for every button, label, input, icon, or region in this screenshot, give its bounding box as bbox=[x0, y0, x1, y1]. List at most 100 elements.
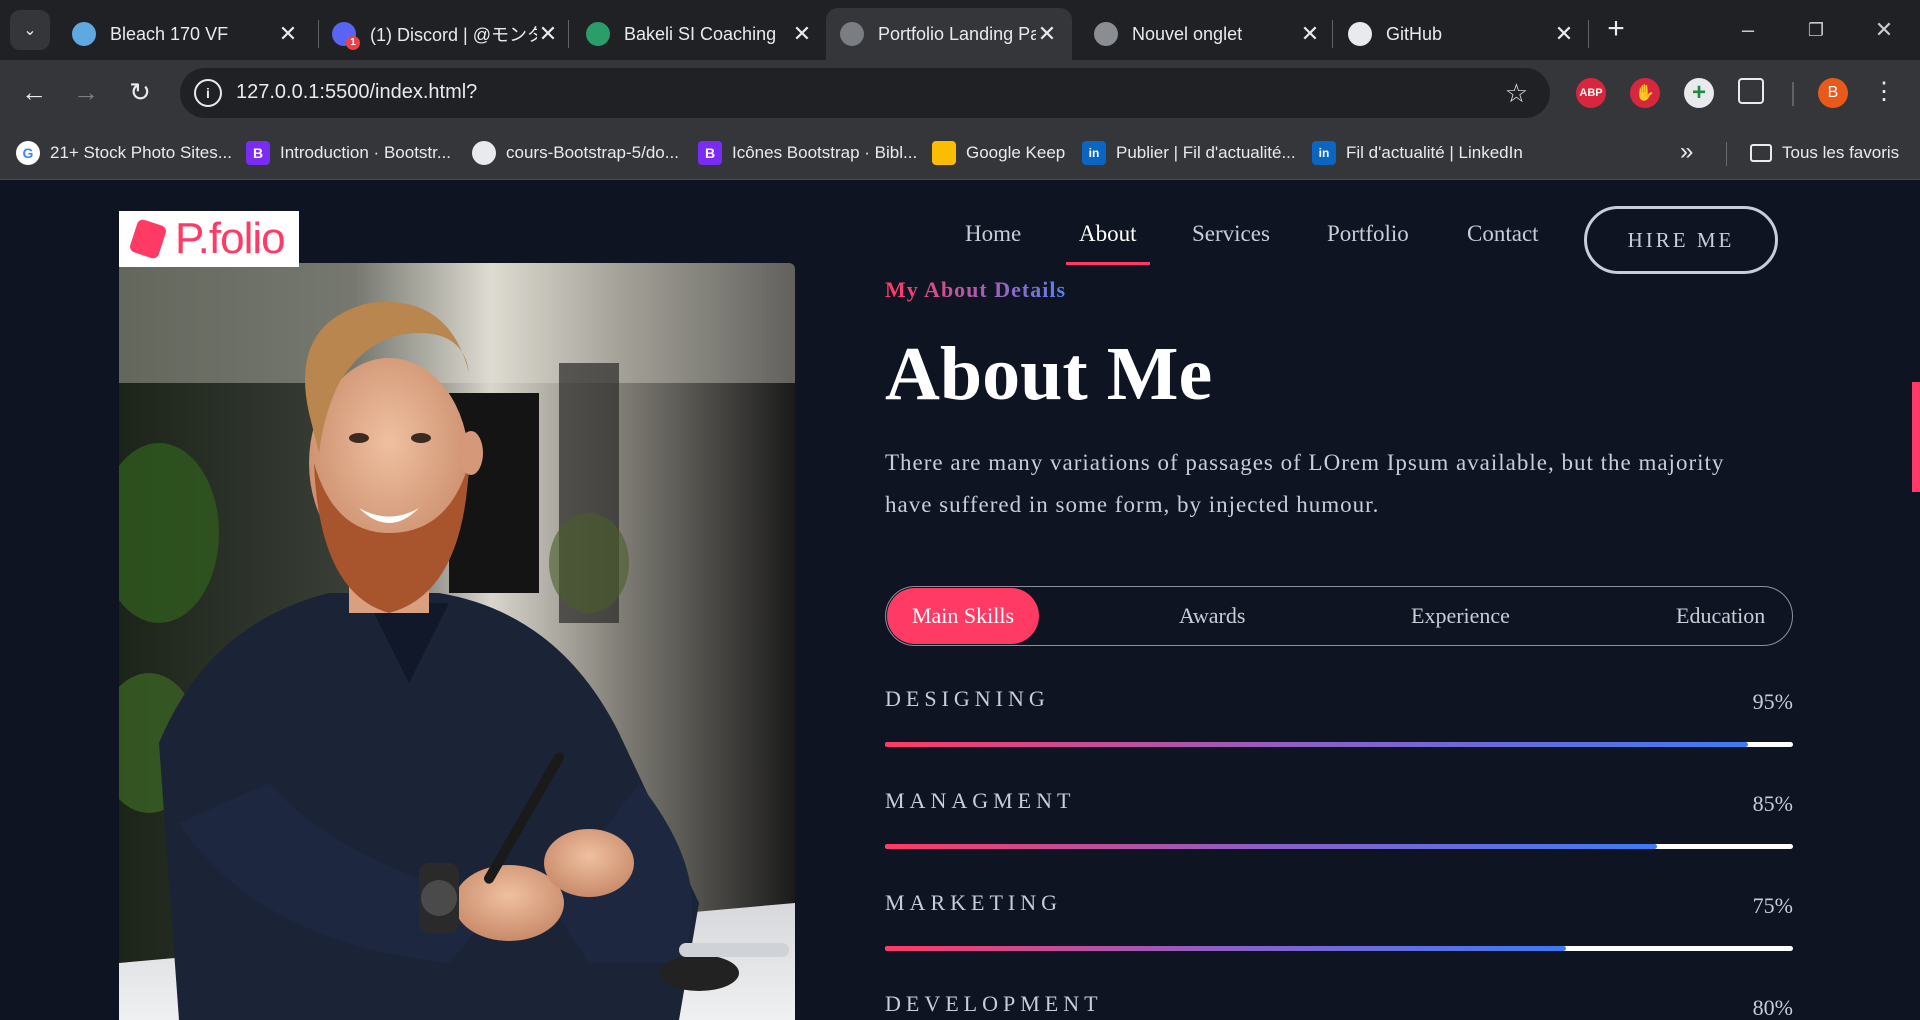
google-keep-icon bbox=[932, 141, 956, 165]
bookmark-item[interactable]: in Publier | Fil d'actualité... bbox=[1082, 140, 1296, 166]
bookmark-label: Tous les favoris bbox=[1782, 143, 1900, 162]
menu-kebab-icon[interactable]: ⋮ bbox=[1864, 72, 1904, 112]
new-tab-button[interactable]: + bbox=[1598, 12, 1634, 48]
tab-divider bbox=[1588, 20, 1589, 48]
bookmark-item[interactable]: Google Keep bbox=[932, 140, 1065, 166]
discord-favicon-icon: 1 bbox=[332, 22, 360, 50]
tab-title: GitHub bbox=[1386, 23, 1443, 44]
bookmark-item[interactable]: cours-Bootstrap-5/do... bbox=[472, 140, 679, 166]
bookmark-label: cours-Bootstrap-5/do... bbox=[506, 143, 679, 162]
tab-title: (1) Discord | @モンタ bbox=[370, 25, 537, 45]
close-icon[interactable]: ✕ bbox=[277, 21, 299, 47]
bootstrap-icon: B bbox=[246, 141, 270, 165]
tab-title: Bakeli SI Coaching bbox=[624, 23, 777, 44]
github-icon bbox=[1348, 22, 1372, 46]
linkedin-icon: in bbox=[1312, 141, 1336, 165]
about-paragraph: There are many variations of passages of… bbox=[885, 450, 1725, 517]
bookmark-label: Fil d'actualité | LinkedIn bbox=[1346, 143, 1523, 162]
tab-main-skills[interactable]: Main Skills bbox=[887, 588, 1039, 644]
globe-icon bbox=[840, 22, 864, 46]
skill-progress-bar bbox=[885, 844, 1793, 849]
minimize-icon[interactable]: – bbox=[1728, 12, 1768, 48]
browser-tab-github[interactable]: GitHub ✕ bbox=[1334, 8, 1589, 60]
nav-portfolio[interactable]: Portfolio bbox=[1327, 221, 1409, 247]
logo-mark-icon bbox=[128, 218, 168, 260]
nav-services[interactable]: Services bbox=[1192, 221, 1270, 247]
skill-progress-bar bbox=[885, 946, 1793, 951]
tab-divider bbox=[1332, 20, 1333, 48]
nav-active-underline bbox=[1066, 262, 1150, 265]
bookmark-item[interactable]: B Icônes Bootstrap · Bibl... bbox=[698, 140, 917, 166]
skill-percent: 85% bbox=[1752, 791, 1793, 816]
reload-icon[interactable]: ↻ bbox=[120, 72, 160, 112]
browser-tab-portfolio[interactable]: Portfolio Landing Pa ✕ bbox=[826, 8, 1072, 60]
skill-percent: 95% bbox=[1752, 689, 1793, 714]
tab-awards[interactable]: Awards bbox=[1179, 587, 1245, 645]
browser-tab-bakeli[interactable]: Bakeli SI Coaching ✕ bbox=[572, 8, 827, 60]
nav-about[interactable]: About bbox=[1079, 221, 1137, 247]
bookmark-item[interactable]: B Introduction · Bootstr... bbox=[246, 140, 451, 166]
bakeli-favicon-icon bbox=[586, 22, 610, 46]
all-bookmarks-button[interactable]: Tous les favoris bbox=[1750, 140, 1899, 166]
skill-progress-fill bbox=[885, 742, 1748, 747]
hand-stop-icon[interactable]: ✋ bbox=[1630, 78, 1660, 108]
bookmark-item[interactable]: in Fil d'actualité | LinkedIn bbox=[1312, 140, 1523, 166]
google-icon: G bbox=[16, 141, 40, 165]
close-icon[interactable]: ✕ bbox=[1553, 21, 1575, 47]
back-icon[interactable]: ← bbox=[14, 72, 54, 112]
plus-circle-icon[interactable]: + bbox=[1684, 78, 1714, 108]
url-text[interactable]: 127.0.0.1:5500/index.html? bbox=[236, 81, 477, 104]
skill-progress-fill bbox=[885, 946, 1566, 951]
address-bar[interactable]: i 127.0.0.1:5500/index.html? ☆ bbox=[180, 68, 1550, 118]
hire-me-button[interactable]: HIRE ME bbox=[1584, 206, 1778, 274]
bookmark-label: Publier | Fil d'actualité... bbox=[1116, 143, 1296, 162]
chrome-icon bbox=[1094, 22, 1118, 46]
bookmark-label: Icônes Bootstrap · Bibl... bbox=[732, 143, 918, 162]
close-icon[interactable]: ✕ bbox=[1299, 21, 1321, 47]
bookmark-item[interactable]: G 21+ Stock Photo Sites... bbox=[16, 140, 232, 166]
skill-tabs: Main Skills Awards Experience Education bbox=[885, 586, 1793, 646]
browser-tab-bleach[interactable]: Bleach 170 VF ✕ bbox=[58, 8, 313, 60]
browser-tab-new[interactable]: Nouvel onglet ✕ bbox=[1080, 8, 1335, 60]
bleach-favicon-icon bbox=[72, 22, 96, 46]
bootstrap-icon: B bbox=[698, 141, 722, 165]
bookmark-label: Introduction · Bootstr... bbox=[280, 143, 452, 162]
folder-icon bbox=[1750, 144, 1772, 162]
bookmarks-divider bbox=[1726, 142, 1727, 166]
tab-title: Bleach 170 VF bbox=[110, 23, 229, 44]
bookmarks-bar: G 21+ Stock Photo Sites... B Introductio… bbox=[0, 126, 1920, 180]
tab-experience[interactable]: Experience bbox=[1411, 587, 1510, 645]
close-icon[interactable]: ✕ bbox=[1036, 21, 1058, 47]
double-chevron-right-icon[interactable]: » bbox=[1680, 138, 1693, 166]
profile-avatar[interactable]: B bbox=[1818, 78, 1848, 108]
close-icon[interactable]: ✕ bbox=[537, 21, 559, 47]
window-close-icon[interactable]: ✕ bbox=[1864, 12, 1904, 48]
section-subtitle: My About Details bbox=[885, 277, 1066, 302]
tab-title: Nouvel onglet bbox=[1132, 23, 1243, 44]
site-logo[interactable]: P.folio bbox=[119, 211, 299, 267]
forward-icon[interactable]: → bbox=[66, 72, 106, 112]
skill-percent: 80% bbox=[1752, 995, 1793, 1020]
tab-search-button[interactable]: ⌄ bbox=[10, 10, 50, 50]
skill-name: MARKETING bbox=[885, 890, 1062, 915]
nav-home[interactable]: Home bbox=[965, 221, 1021, 247]
close-icon[interactable]: ✕ bbox=[791, 21, 813, 47]
browser-tab-strip: ⌄ Bleach 170 VF ✕ 1 (1) Discord | @モンタ ✕… bbox=[0, 0, 1920, 60]
page-title: About Me bbox=[885, 332, 1213, 416]
scroll-indicator[interactable] bbox=[1912, 382, 1920, 492]
restore-icon[interactable]: ❐ bbox=[1796, 12, 1836, 48]
linkedin-icon: in bbox=[1082, 141, 1106, 165]
browser-tab-discord[interactable]: 1 (1) Discord | @モンタ ✕ bbox=[318, 8, 573, 60]
skill-name: DESIGNING bbox=[885, 686, 1050, 711]
portfolio-page: P.folio Home About Services Portfolio Co… bbox=[0, 181, 1920, 1020]
site-info-icon[interactable]: i bbox=[194, 79, 222, 107]
bookmark-star-icon[interactable]: ☆ bbox=[1505, 78, 1528, 109]
tab-divider bbox=[568, 20, 569, 48]
skill-name: MANAGMENT bbox=[885, 788, 1076, 813]
github-icon bbox=[472, 141, 496, 165]
tab-education[interactable]: Education bbox=[1676, 587, 1765, 645]
extensions-puzzle-icon[interactable] bbox=[1738, 78, 1764, 104]
browser-toolbar: ← → ↻ i 127.0.0.1:5500/index.html? ☆ ABP… bbox=[0, 60, 1920, 126]
adblock-plus-icon[interactable]: ABP bbox=[1576, 78, 1606, 108]
nav-contact[interactable]: Contact bbox=[1467, 221, 1539, 247]
